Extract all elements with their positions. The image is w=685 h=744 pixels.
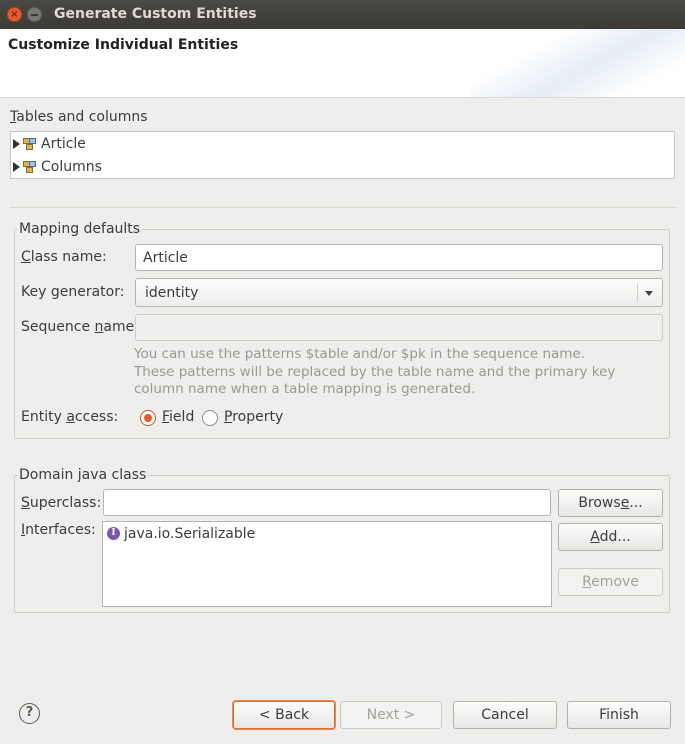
hint-line-1: You can use the patterns $table and/or $… [134, 346, 586, 362]
next-button[interactable]: Next > [340, 701, 442, 729]
tables-columns-label: Tables and columns [10, 109, 148, 125]
minimize-window-button[interactable] [27, 7, 42, 22]
interface-icon: I [107, 527, 120, 540]
superclass-label: Superclass: [21, 495, 102, 511]
class-name-label: Class name: [21, 249, 107, 265]
combo-divider [637, 284, 638, 302]
field-radio[interactable] [140, 410, 156, 426]
sequence-name-label: Sequence name: [21, 319, 139, 335]
key-generator-select[interactable]: identity [135, 278, 663, 307]
property-radio-label[interactable]: Property [224, 409, 283, 425]
class-name-field[interactable]: Article [135, 244, 663, 271]
window-titlebar: × Generate Custom Entities [0, 0, 685, 29]
remove-interface-button[interactable]: Remove [558, 568, 663, 596]
wizard-header: Customize Individual Entities [0, 29, 685, 98]
page-title: Customize Individual Entities [8, 37, 239, 53]
package-icon [23, 137, 37, 151]
header-banner-graphic [460, 29, 685, 97]
chevron-down-icon[interactable] [645, 291, 653, 296]
interface-name: java.io.Serializable [124, 526, 256, 542]
property-radio[interactable] [202, 410, 218, 426]
key-generator-label: Key generator: [21, 284, 125, 300]
finish-button[interactable]: Finish [567, 701, 671, 729]
sequence-name-field[interactable] [135, 314, 663, 341]
window-title: Generate Custom Entities [54, 6, 257, 22]
domain-java-class-title: Domain java class [17, 467, 149, 483]
superclass-field[interactable] [103, 489, 551, 516]
interfaces-list[interactable]: I java.io.Serializable [102, 521, 552, 607]
expand-arrow-icon[interactable] [13, 162, 20, 172]
hint-line-2: These patterns will be replaced by the t… [134, 363, 616, 380]
sequence-hint-text: You can use the patterns $table and/or $… [134, 346, 654, 399]
key-generator-value: identity [145, 284, 199, 301]
tables-columns-label-rest: ables and columns [16, 109, 148, 125]
separator [10, 207, 675, 208]
list-item[interactable]: I java.io.Serializable [103, 522, 551, 546]
entity-access-label: Entity access: [21, 409, 119, 425]
tree-item-article[interactable]: Article [13, 133, 86, 155]
cancel-button[interactable]: Cancel [453, 701, 557, 729]
browse-button[interactable]: Browse... [558, 489, 663, 517]
close-window-button[interactable]: × [7, 7, 22, 22]
tree-item-label: Columns [41, 159, 102, 175]
help-icon[interactable]: ? [19, 703, 40, 724]
interfaces-label: Interfaces: [21, 522, 96, 538]
tree-item-columns[interactable]: Columns [13, 156, 102, 178]
back-button[interactable]: < Back [233, 701, 335, 729]
expand-arrow-icon[interactable] [13, 139, 20, 149]
mapping-defaults-title: Mapping defaults [17, 221, 143, 237]
tables-tree[interactable]: Article Columns [10, 131, 675, 179]
field-radio-label[interactable]: Field [162, 409, 194, 425]
package-icon [23, 160, 37, 174]
tree-item-label: Article [41, 136, 86, 152]
hint-line-3: column name when a table mapping is gene… [134, 381, 476, 397]
add-interface-button[interactable]: Add... [558, 523, 663, 551]
